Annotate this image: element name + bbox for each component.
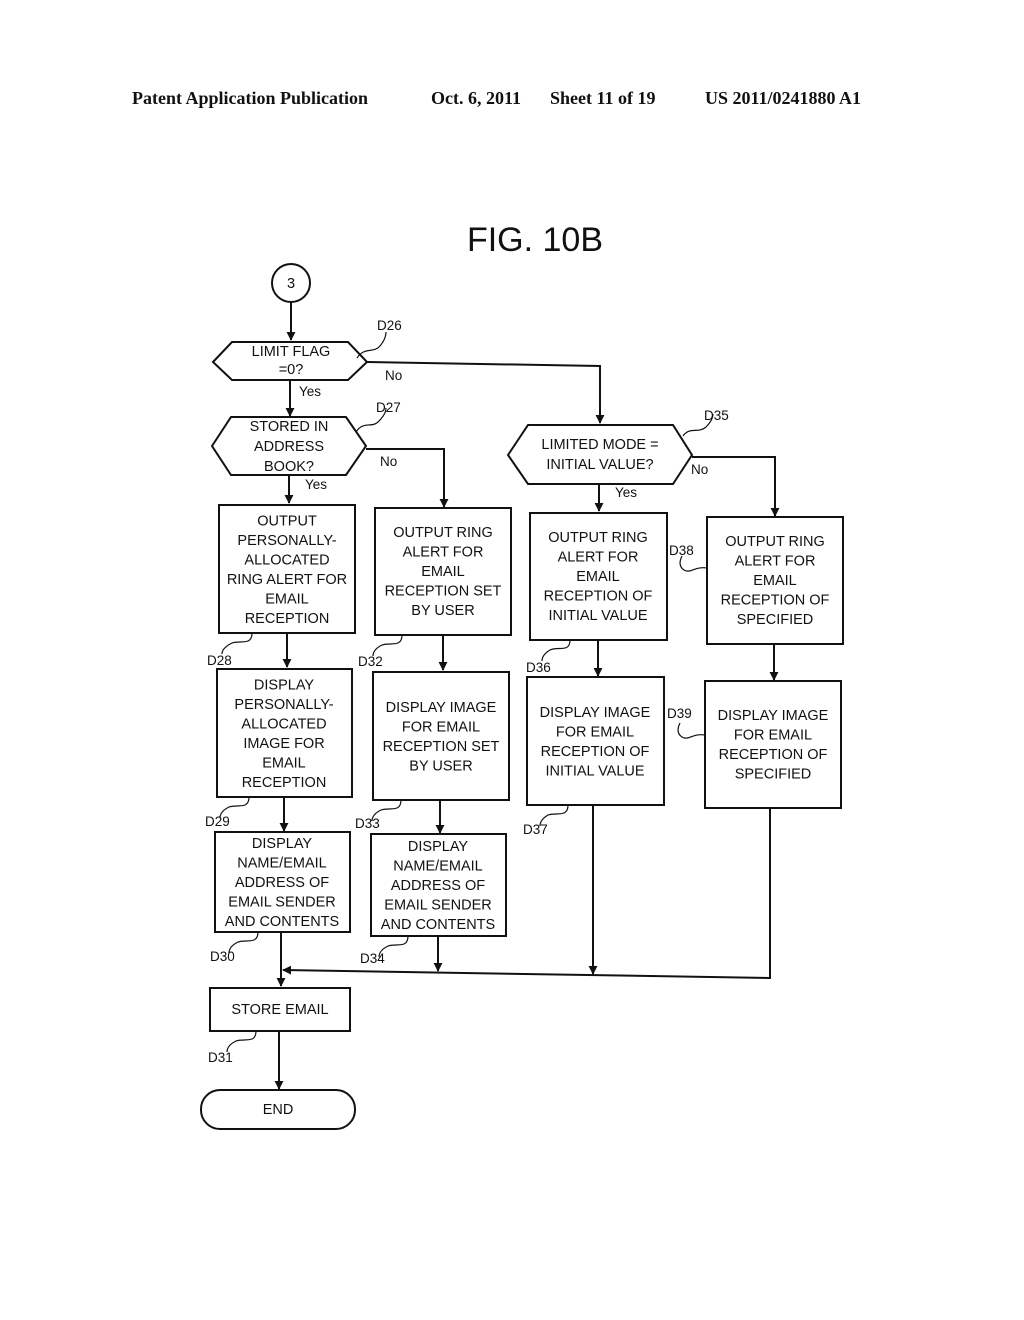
d29-line-2: PERSONALLY- bbox=[234, 697, 333, 713]
d29-line-3: ALLOCATED bbox=[241, 716, 326, 732]
d33-line-1: DISPLAY IMAGE bbox=[386, 700, 497, 716]
d36-line-5: INITIAL VALUE bbox=[548, 608, 647, 624]
ref-d27: D27 bbox=[376, 400, 401, 415]
d26-line-2: =0? bbox=[279, 362, 304, 378]
d33-line-2: FOR EMAIL bbox=[402, 719, 480, 735]
d39-line-3: RECEPTION OF bbox=[719, 747, 828, 763]
d32-line-3: EMAIL bbox=[421, 564, 465, 580]
d36-line-4: RECEPTION OF bbox=[544, 589, 653, 605]
leader-d36 bbox=[541, 639, 571, 662]
d38-line-4: RECEPTION OF bbox=[721, 593, 830, 609]
ref-d35: D35 bbox=[704, 408, 729, 423]
d29-line-4: IMAGE FOR bbox=[243, 736, 324, 752]
d32-line-4: RECEPTION SET bbox=[385, 584, 502, 600]
d35-line-1: LIMITED MODE = bbox=[541, 437, 658, 453]
d32-line-5: BY USER bbox=[411, 603, 474, 619]
d38-line-3: EMAIL bbox=[753, 573, 797, 589]
d28-line-3: ALLOCATED bbox=[244, 552, 329, 568]
label-d35-yes: Yes bbox=[615, 485, 637, 500]
d34-line-5: AND CONTENTS bbox=[381, 917, 495, 933]
connector-label: 3 bbox=[287, 276, 295, 292]
end-line-1: END bbox=[263, 1102, 294, 1118]
leader-d38 bbox=[679, 555, 708, 572]
ref-d32: D32 bbox=[358, 654, 383, 669]
process-d39 bbox=[704, 680, 842, 809]
d30-line-5: AND CONTENTS bbox=[225, 914, 339, 930]
d27-line-3: BOOK? bbox=[264, 459, 314, 475]
d34-line-1: DISPLAY bbox=[408, 839, 469, 855]
ref-d37: D37 bbox=[523, 822, 548, 837]
leader-d31 bbox=[226, 1030, 257, 1053]
d28-line-1: OUTPUT bbox=[257, 513, 317, 529]
d32-line-1: OUTPUT RING bbox=[393, 525, 493, 541]
d37-line-1: DISPLAY IMAGE bbox=[540, 705, 651, 721]
d27-line-2: ADDRESS bbox=[254, 439, 324, 455]
ref-d34: D34 bbox=[360, 951, 385, 966]
d35-line-2: INITIAL VALUE? bbox=[546, 457, 653, 473]
d36-line-1: OUTPUT RING bbox=[548, 530, 648, 546]
flowchart: FIG. 10B 3 Yes No Yes No Yes No LIMIT FL… bbox=[200, 221, 844, 1130]
ref-d26: D26 bbox=[377, 318, 402, 333]
label-d26-no: No bbox=[385, 368, 402, 383]
ref-d29: D29 bbox=[205, 814, 230, 829]
d38-line-5: SPECIFIED bbox=[737, 612, 814, 628]
d39-line-4: SPECIFIED bbox=[735, 766, 812, 782]
d33-line-3: RECEPTION SET bbox=[383, 739, 500, 755]
d30-line-2: NAME/EMAIL bbox=[237, 856, 326, 872]
leader-d39 bbox=[677, 722, 706, 739]
d33-line-4: BY USER bbox=[409, 758, 472, 774]
d38-line-2: ALERT FOR bbox=[735, 554, 816, 570]
d37-line-4: INITIAL VALUE bbox=[545, 763, 644, 779]
label-d26-yes: Yes bbox=[299, 384, 321, 399]
d27-line-1: STORED IN bbox=[250, 419, 329, 435]
ref-d28: D28 bbox=[207, 653, 232, 668]
label-d27-yes: Yes bbox=[305, 477, 327, 492]
process-d33 bbox=[372, 671, 510, 801]
d30-line-4: EMAIL SENDER bbox=[228, 895, 335, 911]
d37-line-2: FOR EMAIL bbox=[556, 724, 634, 740]
ref-d39: D39 bbox=[667, 706, 692, 721]
process-d37 bbox=[526, 676, 665, 806]
d34-line-4: EMAIL SENDER bbox=[384, 898, 491, 914]
d39-line-1: DISPLAY IMAGE bbox=[718, 708, 829, 724]
d32-line-2: ALERT FOR bbox=[403, 545, 484, 561]
label-d35-no: No bbox=[691, 462, 708, 477]
decision-d26: LIMIT FLAG =0? bbox=[211, 341, 369, 381]
d29-line-1: DISPLAY bbox=[254, 677, 315, 693]
edge-d27-d32 bbox=[366, 448, 449, 508]
decision-d35: LIMITED MODE = INITIAL VALUE? bbox=[506, 424, 694, 485]
d30-line-3: ADDRESS OF bbox=[235, 875, 329, 891]
connector-3: 3 bbox=[271, 263, 311, 303]
ref-d33: D33 bbox=[355, 816, 380, 831]
leader-d26 bbox=[356, 331, 387, 359]
d36-line-3: EMAIL bbox=[576, 569, 620, 585]
d34-line-3: ADDRESS OF bbox=[391, 878, 485, 894]
decision-d27: STORED IN ADDRESS BOOK? bbox=[210, 416, 368, 476]
label-d27-no: No bbox=[380, 454, 397, 469]
figure-title: FIG. 10B bbox=[467, 221, 603, 259]
d26-line-1: LIMIT FLAG bbox=[252, 344, 331, 360]
d28-line-2: PERSONALLY- bbox=[237, 533, 336, 549]
d30-line-1: DISPLAY bbox=[252, 836, 313, 852]
ref-d36: D36 bbox=[526, 660, 551, 675]
d28-line-5: EMAIL bbox=[265, 591, 309, 607]
d28-line-6: RECEPTION bbox=[245, 611, 330, 627]
d29-line-6: RECEPTION bbox=[242, 775, 327, 791]
d29-line-5: EMAIL bbox=[262, 755, 306, 771]
d39-line-2: FOR EMAIL bbox=[734, 727, 812, 743]
ref-d31: D31 bbox=[208, 1050, 233, 1065]
ref-d38: D38 bbox=[669, 543, 694, 558]
d37-line-3: RECEPTION OF bbox=[541, 744, 650, 760]
d36-line-2: ALERT FOR bbox=[558, 550, 639, 566]
leader-d32 bbox=[372, 634, 403, 657]
ref-d30: D30 bbox=[210, 949, 235, 964]
leader-d28 bbox=[221, 632, 253, 655]
d28-line-4: RING ALERT FOR bbox=[227, 572, 347, 588]
d38-line-1: OUTPUT RING bbox=[725, 534, 825, 550]
d31-line-1: STORE EMAIL bbox=[231, 1002, 328, 1018]
d34-line-2: NAME/EMAIL bbox=[393, 859, 482, 875]
